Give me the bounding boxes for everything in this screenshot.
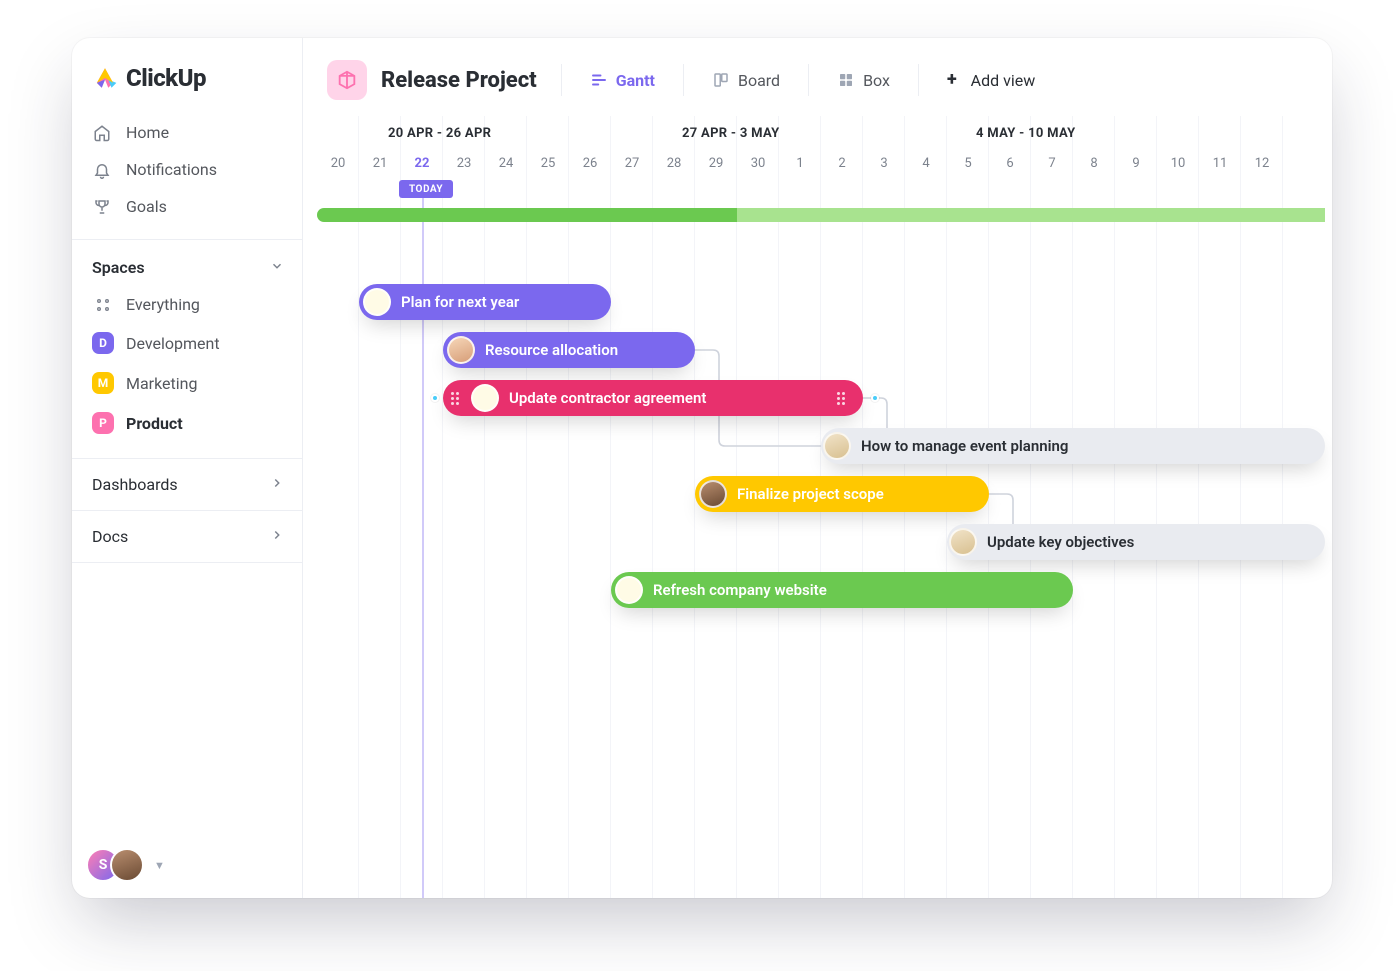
brand-name: ClickUp: [126, 64, 206, 92]
chevron-right-icon: [270, 527, 284, 546]
nav-label: Home: [126, 123, 169, 142]
brand-logo[interactable]: ClickUp: [72, 38, 302, 114]
spaces-header[interactable]: Spaces: [72, 240, 302, 287]
space-label: Development: [126, 334, 220, 353]
dashboards-label: Dashboards: [92, 475, 178, 494]
spaces-title: Spaces: [92, 258, 145, 277]
topbar: Release Project Gantt Board Box + Add vi…: [303, 38, 1332, 116]
nav-label: Goals: [126, 197, 167, 216]
gantt-task[interactable]: Plan for next year: [359, 284, 611, 320]
task-label: Finalize project scope: [737, 485, 884, 503]
main: Release Project Gantt Board Box + Add vi…: [303, 38, 1332, 898]
view-label: Gantt: [616, 71, 655, 90]
avatar: [110, 848, 144, 882]
space-product[interactable]: P Product: [86, 404, 288, 442]
view-gantt[interactable]: Gantt: [576, 65, 669, 96]
space-label: Product: [126, 414, 183, 433]
gantt-icon: [590, 71, 608, 89]
space-badge: D: [92, 332, 114, 354]
view-label: Board: [738, 71, 780, 90]
add-view-label: Add view: [971, 71, 1036, 90]
add-view-button[interactable]: + Add view: [933, 65, 1049, 96]
app-window: ClickUp Home Notifications Goals Spaces: [72, 38, 1332, 898]
chevron-down-icon: [270, 258, 284, 277]
sidebar: ClickUp Home Notifications Goals Spaces: [72, 38, 303, 898]
space-marketing[interactable]: M Marketing: [86, 364, 288, 402]
nav-home[interactable]: Home: [86, 114, 288, 151]
space-badge: P: [92, 412, 114, 434]
workspace-users[interactable]: S ▼: [86, 848, 165, 882]
gantt-task[interactable]: Update key objectives: [947, 524, 1325, 560]
docs-label: Docs: [92, 527, 128, 546]
view-board[interactable]: Board: [698, 65, 794, 96]
space-label: Marketing: [126, 374, 197, 393]
drag-handle-icon[interactable]: [837, 392, 847, 405]
assignee-avatar: [471, 384, 499, 412]
divider: [808, 64, 809, 96]
view-label: Box: [863, 71, 890, 90]
gantt-task[interactable]: Update contractor agreement: [443, 380, 863, 416]
divider: [561, 64, 562, 96]
assignee-avatar: [699, 480, 727, 508]
clickup-logo-icon: [92, 65, 118, 91]
gantt-task[interactable]: How to manage event planning: [821, 428, 1325, 464]
task-label: Update key objectives: [987, 533, 1134, 551]
dependency-handle[interactable]: [871, 394, 879, 402]
assignee-avatar: [823, 432, 851, 460]
drag-handle-icon[interactable]: [451, 392, 461, 405]
spaces-list: Everything D Development M Marketing P P…: [72, 287, 302, 458]
divider: [918, 64, 919, 96]
gantt-task[interactable]: Finalize project scope: [695, 476, 989, 512]
project-icon: [327, 60, 367, 100]
task-label: Refresh company website: [653, 581, 827, 599]
grid-icon: [92, 297, 114, 313]
task-label: Resource allocation: [485, 341, 618, 359]
space-development[interactable]: D Development: [86, 324, 288, 362]
chevron-right-icon: [270, 475, 284, 494]
nav-docs[interactable]: Docs: [72, 510, 302, 563]
nav-dashboards[interactable]: Dashboards: [72, 458, 302, 510]
primary-nav: Home Notifications Goals: [72, 114, 302, 239]
task-label: Update contractor agreement: [509, 389, 706, 407]
nav-notifications[interactable]: Notifications: [86, 151, 288, 188]
assignee-avatar: [949, 528, 977, 556]
avatar-stack: S: [86, 848, 144, 882]
nav-label: Notifications: [126, 160, 217, 179]
gantt-chart[interactable]: 20 APR - 26 APR27 APR - 3 MAY4 MAY - 10 …: [303, 116, 1332, 898]
space-badge: M: [92, 372, 114, 394]
gantt-task[interactable]: Resource allocation: [443, 332, 695, 368]
task-label: Plan for next year: [401, 293, 519, 311]
divider: [683, 64, 684, 96]
space-label: Everything: [126, 295, 200, 314]
space-everything[interactable]: Everything: [86, 287, 288, 322]
assignee-avatar: [615, 576, 643, 604]
dependency-handle[interactable]: [431, 394, 439, 402]
caret-down-icon: ▼: [154, 859, 165, 872]
nav-goals[interactable]: Goals: [86, 188, 288, 225]
project-title: Release Project: [381, 68, 537, 93]
bell-icon: [92, 161, 112, 179]
view-box[interactable]: Box: [823, 65, 904, 96]
assignee-avatar: [363, 288, 391, 316]
assignee-avatar: [447, 336, 475, 364]
board-icon: [712, 71, 730, 89]
box-icon: [837, 71, 855, 89]
home-icon: [92, 124, 112, 142]
gantt-task[interactable]: Refresh company website: [611, 572, 1073, 608]
trophy-icon: [92, 198, 112, 216]
task-label: How to manage event planning: [861, 437, 1068, 455]
